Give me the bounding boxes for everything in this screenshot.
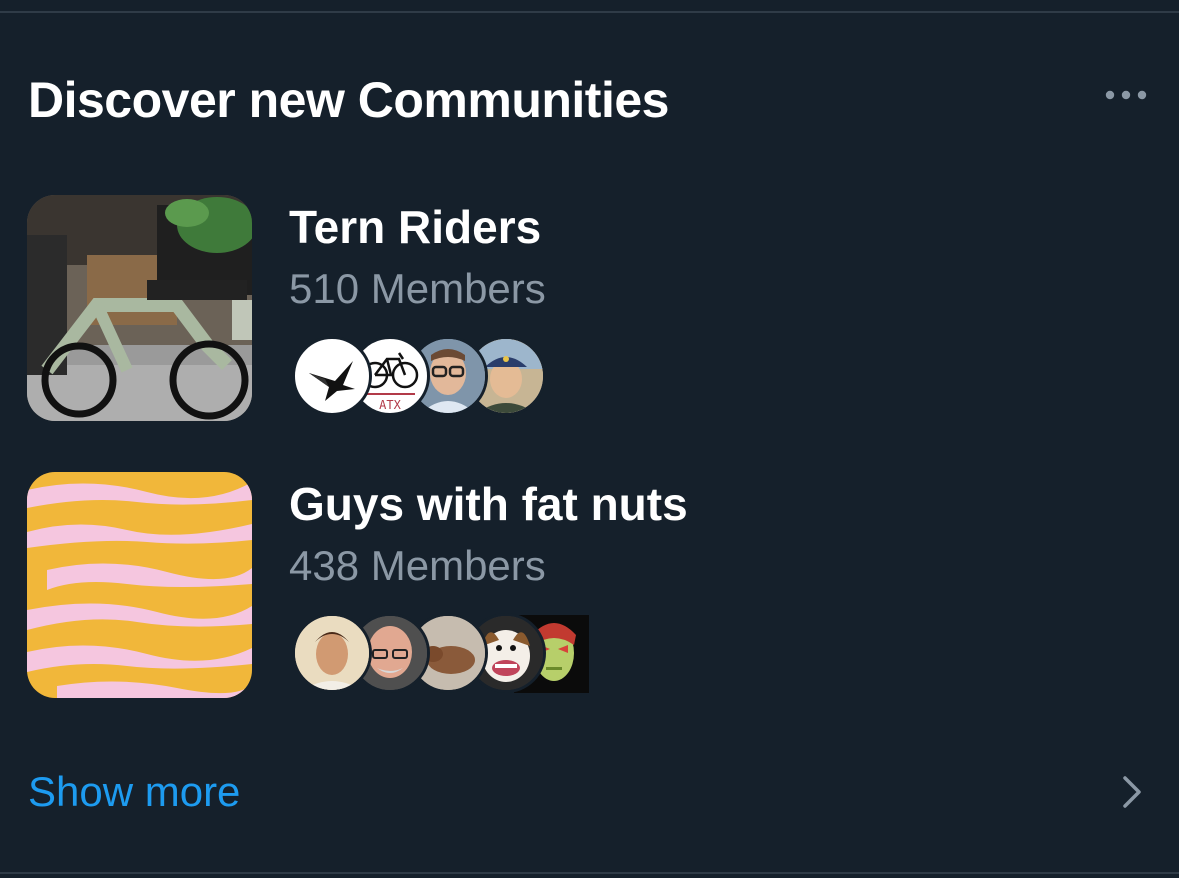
chevron-right-icon — [1123, 776, 1141, 808]
community-name: Guys with fat nuts — [289, 478, 688, 530]
member-count: 438 Members — [289, 542, 546, 589]
community-thumbnail-stripes — [27, 472, 252, 698]
member-count: 510 Members — [289, 265, 546, 312]
svg-text:ATX: ATX — [379, 398, 401, 412]
show-more-link[interactable]: Show more — [28, 766, 240, 818]
bottom-divider — [0, 872, 1179, 874]
communities-panel: Discover new Communities Tern Riders 510… — [0, 0, 1179, 878]
community-item-guys-with-fat-nuts[interactable]: Guys with fat nuts 438 Members — [0, 472, 1179, 702]
more-options-button[interactable] — [1096, 80, 1156, 110]
avatar-origami-bird — [292, 336, 372, 416]
community-item-tern-riders[interactable]: Tern Riders 510 Members ATX — [0, 195, 1179, 425]
more-horizontal-icon — [1105, 90, 1147, 100]
community-thumbnail-cargo-bike — [27, 195, 252, 421]
show-more-chevron[interactable] — [1117, 772, 1147, 812]
community-name: Tern Riders — [289, 201, 542, 253]
section-title: Discover new Communities — [28, 72, 669, 128]
avatar-man-portrait-painting — [292, 613, 372, 693]
top-divider — [0, 11, 1179, 13]
